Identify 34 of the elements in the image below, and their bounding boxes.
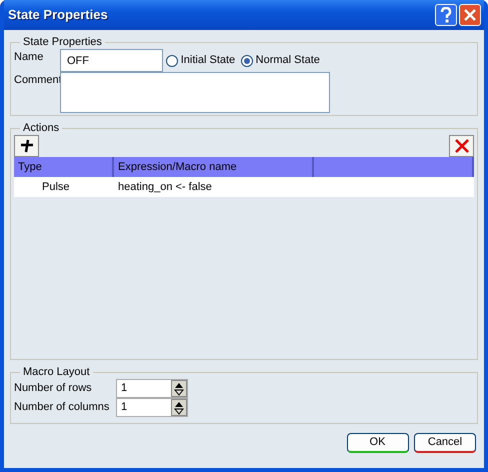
column-header[interactable]: Type [14, 157, 114, 177]
down-arrow-icon[interactable] [172, 388, 186, 396]
field-label: Number of columns [14, 400, 110, 416]
group-title: Macro Layout [22, 366, 91, 379]
name-label: Name [14, 50, 44, 65]
down-arrow-icon[interactable] [172, 408, 186, 415]
comment-label: Comment [14, 73, 60, 88]
group-title: Actions [22, 122, 60, 135]
up-arrow-icon[interactable] [172, 381, 186, 388]
window-title: State Properties [8, 6, 109, 24]
add-button[interactable] [14, 135, 39, 157]
ok-button[interactable]: OK [346, 432, 408, 453]
delete-button[interactable] [449, 135, 474, 157]
table-cell: heating_on <- false [118, 181, 212, 193]
close-button[interactable] [459, 4, 481, 26]
radio-label: Normal State [256, 53, 320, 68]
radio-button[interactable] [166, 54, 178, 66]
group-title: State Properties [22, 36, 103, 49]
plus-icon [20, 139, 34, 153]
radio-label: Initial State [180, 53, 236, 68]
cancel-button[interactable]: Cancel [414, 432, 476, 453]
name-field[interactable]: OFF [60, 49, 163, 72]
comment-field[interactable] [60, 72, 330, 113]
help-button[interactable] [435, 4, 457, 26]
table-cell: Pulse [42, 181, 70, 193]
help-icon [440, 7, 452, 23]
spin-field[interactable]: 1 [116, 379, 188, 398]
column-header[interactable]: Expression/Macro name [114, 157, 314, 177]
close-icon [464, 9, 476, 21]
field-label: Number of rows [14, 381, 93, 396]
spin-field[interactable]: 1 [116, 398, 188, 417]
radio-button[interactable] [240, 54, 253, 66]
close-icon [454, 139, 470, 153]
up-arrow-icon[interactable] [172, 400, 186, 408]
